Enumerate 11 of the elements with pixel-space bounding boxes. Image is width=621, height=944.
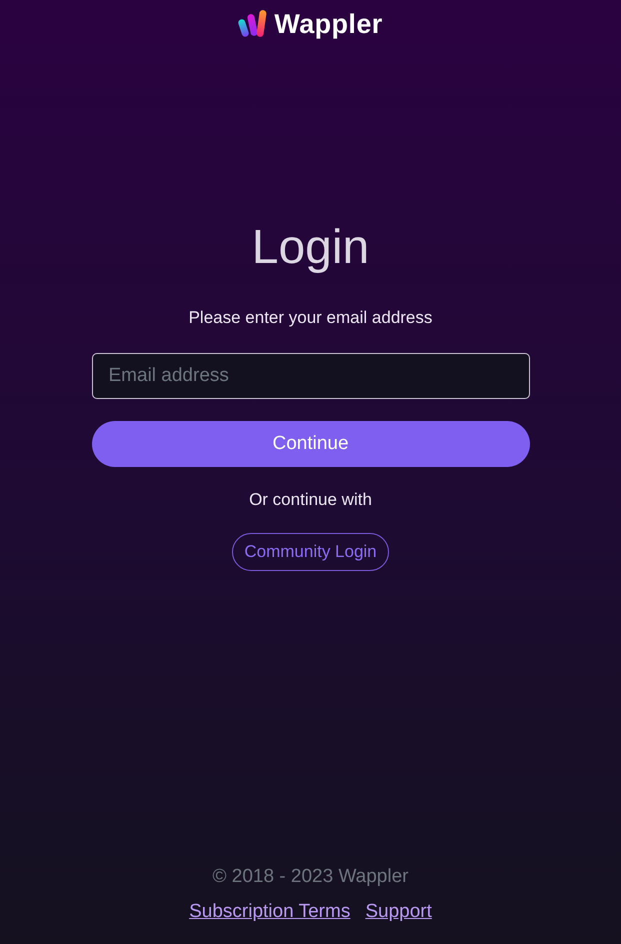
alternative-login-text: Or continue with (249, 490, 372, 510)
email-field[interactable]: Email address (92, 353, 530, 399)
copyright-text: © 2018 - 2023 Wappler (212, 865, 408, 889)
footer-link[interactable]: Support (365, 900, 432, 924)
brand-name: Wappler (274, 8, 383, 40)
login-title: Login (252, 220, 370, 276)
continue-button[interactable]: Continue (92, 421, 530, 467)
login-instructions: Please enter your email address (188, 308, 432, 328)
community-login-button[interactable]: Community Login (232, 533, 389, 571)
logo-icon (238, 9, 268, 39)
footer-link[interactable]: Subscription Terms (189, 900, 350, 924)
